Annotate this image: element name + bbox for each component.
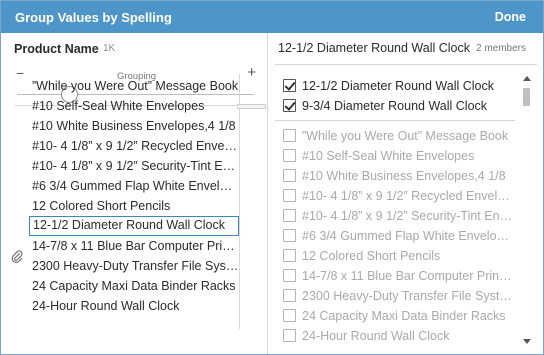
members-scroll-thumb[interactable] [523, 88, 530, 106]
group-members-list: 12-1/2 Diameter Round Wall Clock 9-3/4 Di… [275, 76, 515, 346]
members-count: 2 members [476, 43, 527, 54]
panel-divider [267, 33, 268, 354]
done-button[interactable]: Done [495, 10, 526, 24]
group-title: 12-1/2 Diameter Round Wall Clock [278, 41, 470, 55]
member-item-unchecked[interactable]: #6 3/4 Gummed Flap White Envelopes [283, 226, 513, 246]
member-item-label: 12 Colored Short Pencils [302, 249, 441, 263]
value-list-item-label: 24 Capacity Maxi Data Binder Racks [32, 279, 236, 293]
field-name: Product Name [14, 42, 99, 56]
value-list-item[interactable]: 24-Hour Round Wall Clock [29, 296, 239, 316]
member-item-unchecked[interactable]: #10- 4 1/8” x 9 1/2” Security-Tint Envel… [283, 206, 513, 226]
dialog-title: Group Values by Spelling [15, 10, 172, 25]
value-list-item-label: 14-7/8 x 11 Blue Bar Computer Printout P… [32, 239, 239, 253]
member-item-unchecked[interactable]: #10- 4 1/8” x 9 1/2” Recycled Envelopes [283, 186, 513, 206]
member-item-label: #6 3/4 Gummed Flap White Envelopes [302, 229, 513, 243]
checked-divider [275, 120, 515, 121]
value-list-item[interactable]: #10 White Business Envelopes,4 1/8 [29, 116, 239, 136]
member-item-checked[interactable]: 12-1/2 Diameter Round Wall Clock [283, 76, 513, 96]
value-list: ”While you Were Out” Message Book #10 Sel… [29, 74, 239, 316]
value-list-item[interactable]: 24 Capacity Maxi Data Binder Racks [29, 276, 239, 296]
scroll-down-icon[interactable] [523, 339, 531, 344]
value-list-item[interactable]: ”While you Were Out” Message Book [29, 76, 239, 96]
member-item-unchecked[interactable]: 24 Capacity Maxi Data Binder Racks [283, 306, 513, 326]
checkbox[interactable] [283, 269, 296, 282]
member-item-label: #10 White Business Envelopes,4 1/8 [302, 169, 506, 183]
member-item-unchecked[interactable]: 2300 Heavy-Duty Transfer File Systems [283, 286, 513, 306]
member-item-label: 14-7/8 x 11 Blue Bar Computer Printout P… [302, 269, 513, 283]
checkbox[interactable] [283, 189, 296, 202]
member-item-unchecked[interactable]: #10 White Business Envelopes,4 1/8 [283, 166, 513, 186]
value-list-item-label: 2300 Heavy-Duty Transfer File Systems [32, 259, 239, 273]
value-list-scrollbar[interactable] [237, 74, 266, 329]
field-count: 1K [103, 43, 116, 54]
member-item-unchecked[interactable]: ”While you Were Out” Message Book [283, 126, 513, 146]
checkbox[interactable] [283, 99, 296, 112]
member-item-label: #10- 4 1/8” x 9 1/2” Recycled Envelopes [302, 189, 513, 203]
member-item-checked[interactable]: 9-3/4 Diameter Round Wall Clock [283, 96, 513, 116]
scroll-up-icon[interactable] [523, 76, 531, 81]
value-list-item-label: #6 3/4 Gummed Flap White Envelopes [32, 179, 239, 193]
checkbox[interactable] [283, 329, 296, 342]
value-list-item[interactable]: 2300 Heavy-Duty Transfer File Systems [29, 256, 239, 276]
member-item-label: 24 Capacity Maxi Data Binder Racks [302, 309, 506, 323]
value-list-item-label: #10 Self-Seal White Envelopes [32, 99, 205, 113]
value-list-item-label: #10- 4 1/8” x 9 1/2” Recycled Envelopes [32, 139, 239, 153]
member-item-label: ”While you Were Out” Message Book [302, 129, 509, 143]
checkbox[interactable] [283, 309, 296, 322]
checkbox[interactable] [283, 289, 296, 302]
checkbox[interactable] [283, 169, 296, 182]
value-list-item[interactable]: 12-1/2 Diameter Round Wall Clock [29, 216, 239, 236]
checkbox[interactable] [283, 249, 296, 262]
checkbox[interactable] [283, 229, 296, 242]
dialog-title-bar: Group Values by Spelling Done [1, 1, 543, 33]
value-list-item[interactable]: #6 3/4 Gummed Flap White Envelopes [29, 176, 239, 196]
checkbox[interactable] [283, 129, 296, 142]
value-list-item[interactable]: 12 Colored Short Pencils [29, 196, 239, 216]
value-list-item[interactable]: #10- 4 1/8” x 9 1/2” Security-Tint Envel… [29, 156, 239, 176]
member-item-label: 9-3/4 Diameter Round Wall Clock [302, 99, 488, 113]
value-list-item[interactable]: #10- 4 1/8” x 9 1/2” Recycled Envelopes [29, 136, 239, 156]
member-item-label: #10- 4 1/8” x 9 1/2” Security-Tint Envel… [302, 209, 513, 223]
group-values-dialog: Group Values by Spelling Done Product Na… [0, 0, 544, 355]
member-item-label: #10 Self-Seal White Envelopes [302, 149, 475, 163]
member-item-unchecked[interactable]: 14-7/8 x 11 Blue Bar Computer Printout P… [283, 266, 513, 286]
member-item-label: 12-1/2 Diameter Round Wall Clock [302, 79, 494, 93]
value-list-scroll-thumb[interactable] [237, 104, 266, 109]
member-item-unchecked[interactable]: 12 Colored Short Pencils [283, 246, 513, 266]
paperclip-icon [11, 250, 23, 263]
value-list-item-label: 12-1/2 Diameter Round Wall Clock [33, 218, 225, 232]
member-item-label: 24-Hour Round Wall Clock [302, 329, 450, 343]
value-list-item[interactable]: 14-7/8 x 11 Blue Bar Computer Printout P… [29, 236, 239, 256]
value-list-item-label: ”While you Were Out” Message Book [32, 79, 239, 93]
checkbox[interactable] [283, 149, 296, 162]
members-scrollbar[interactable] [519, 76, 533, 344]
value-list-item-label: 12 Colored Short Pencils [32, 199, 171, 213]
value-list-item-label: #10- 4 1/8” x 9 1/2” Security-Tint Envel… [32, 159, 239, 173]
member-item-unchecked[interactable]: 24-Hour Round Wall Clock [283, 326, 513, 346]
value-list-item[interactable]: #10 Self-Seal White Envelopes [29, 96, 239, 116]
checkbox[interactable] [283, 209, 296, 222]
value-list-item-label: #10 White Business Envelopes,4 1/8 [32, 119, 236, 133]
member-item-label: 2300 Heavy-Duty Transfer File Systems [302, 289, 513, 303]
value-list-item-label: 24-Hour Round Wall Clock [32, 299, 180, 313]
member-item-unchecked[interactable]: #10 Self-Seal White Envelopes [283, 146, 513, 166]
checkbox[interactable] [283, 79, 296, 92]
right-divider [275, 64, 537, 65]
